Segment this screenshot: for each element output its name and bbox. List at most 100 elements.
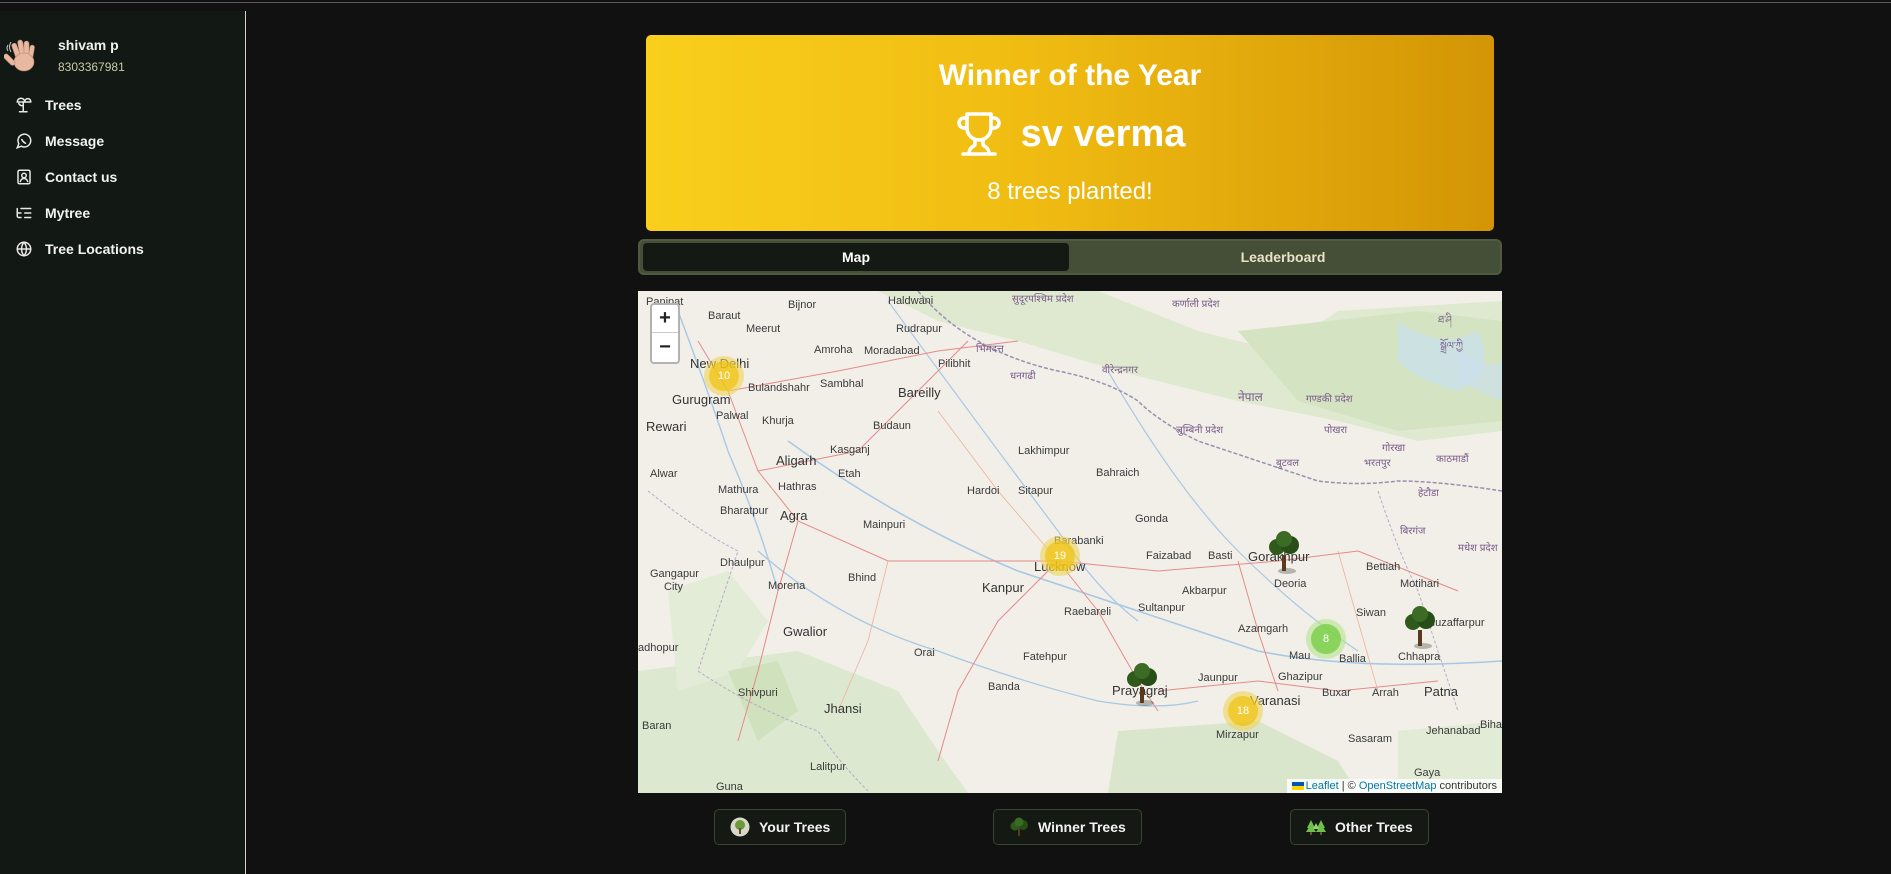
tree-marker[interactable] — [1123, 663, 1161, 707]
other-trees-button[interactable]: Other Trees — [1290, 809, 1429, 845]
leaflet-link[interactable]: Leaflet — [1306, 780, 1339, 792]
map-label: Bettiah — [1366, 561, 1401, 573]
attribution-suffix: contributors — [1436, 780, 1497, 792]
map-label: Lalitpur — [810, 761, 847, 773]
map-label: Baraut — [708, 310, 741, 322]
sidebar-item-message[interactable]: Message — [0, 125, 246, 157]
map-label: Deoria — [1274, 578, 1307, 590]
tree-marker[interactable] — [1265, 531, 1303, 575]
map-label: भरतपुर — [1364, 458, 1391, 469]
tab-leaderboard[interactable]: Leaderboard — [1070, 243, 1496, 271]
map-label: धनगढी — [1010, 371, 1036, 382]
sidebar-item-trees[interactable]: Trees — [0, 89, 246, 121]
map-label: Hathras — [778, 481, 817, 493]
map-label: Raebareli — [1064, 606, 1112, 618]
sidebar-item-label: Trees — [45, 97, 82, 113]
map-label: Jehanabad — [1426, 725, 1481, 737]
winner-tree-icon — [1010, 817, 1028, 836]
map-label: भिमदत्त — [976, 344, 1004, 355]
map-label: नेपाल — [1238, 390, 1263, 404]
zoom-in-button[interactable]: + — [652, 305, 678, 333]
sidebar-item-contact-us[interactable]: Contact us — [0, 161, 246, 193]
map-label: मधेश प्रदेश — [1458, 543, 1498, 554]
openstreetmap-link[interactable]: OpenStreetMap — [1359, 780, 1437, 792]
map-label: Sultanpur — [1138, 602, 1186, 614]
sidebar-item-mytree[interactable]: Mytree — [0, 197, 246, 229]
top-border — [0, 0, 1891, 3]
tree-marker[interactable] — [1401, 606, 1439, 650]
map-label: Kasganj — [830, 444, 870, 456]
map-label: Biha — [1480, 719, 1502, 731]
map-label: गण्डकी प्रदेश — [1306, 394, 1353, 405]
map-label: Morena — [768, 580, 806, 592]
contact-icon — [13, 166, 35, 188]
map-label: Patna — [1424, 684, 1458, 699]
map-label: Jaunpur — [1198, 672, 1238, 684]
map-label: Shivpuri — [738, 687, 778, 699]
map-label: Kanpur — [982, 580, 1024, 595]
map-label: Rudrapur — [896, 323, 942, 335]
map-label: Sitapur — [1018, 485, 1053, 497]
map-label: Khurja — [762, 415, 794, 427]
map-label: Chhapra — [1398, 651, 1441, 663]
map-label: Ghazipur — [1278, 671, 1323, 683]
attribution-separator: | © — [1338, 780, 1359, 792]
cluster-count: 19 — [1045, 541, 1075, 571]
marker-cluster[interactable]: 8 — [1306, 619, 1346, 659]
map-label: adhopur — [638, 642, 679, 654]
palm-tree-icon — [13, 94, 35, 116]
map-label: लुम्बिनी प्रदेश — [1176, 425, 1224, 436]
chat-icon — [13, 130, 35, 152]
map-label: Rewari — [646, 419, 687, 434]
legend-label: Your Trees — [759, 819, 831, 835]
map-label: Fatehpur — [1023, 651, 1068, 663]
map-label: Gaya — [1414, 767, 1441, 779]
tree-map[interactable]: Panipat Baraut Bijnor Haldwani Rudrapur … — [638, 291, 1502, 793]
globe-icon — [13, 238, 35, 260]
map-label: Buxar — [1322, 687, 1351, 699]
map-label: Akbarpur — [1182, 585, 1227, 597]
waving-hand-icon — [4, 39, 35, 72]
view-tabs: Map Leaderboard — [638, 239, 1502, 275]
map-attribution: Leaflet | © OpenStreetMap contributors — [1286, 779, 1502, 793]
user-name: shivam p — [58, 37, 119, 53]
map-label: वीरेन्द्रनगर — [1102, 365, 1138, 376]
map-label: Baran — [642, 720, 672, 732]
map-label: Siwan — [1356, 607, 1386, 619]
other-trees-icon — [1306, 820, 1326, 835]
map-label: Bareilly — [898, 385, 941, 400]
user-profile[interactable]: shivam p 8303367981 — [0, 35, 246, 85]
marker-cluster[interactable]: 18 — [1223, 691, 1263, 731]
sidebar-item-label: Message — [45, 133, 105, 149]
map-label: पोखरा — [1324, 425, 1348, 436]
cluster-count: 8 — [1311, 624, 1341, 654]
winner-name: sv verma — [1020, 112, 1186, 155]
map-label: Gangapur — [650, 568, 699, 580]
map-label: Basti — [1208, 550, 1233, 562]
map-label: काठमाडौं — [1436, 454, 1469, 465]
map-label: Mathura — [718, 484, 759, 496]
map-label: Lakhimpur — [1018, 445, 1070, 457]
map-label: སྒྲོལ་ཀྱི — [1440, 341, 1463, 352]
legend-label: Winner Trees — [1038, 819, 1126, 835]
list-tree-icon — [13, 202, 35, 224]
marker-cluster[interactable]: 19 — [1040, 536, 1080, 576]
map-label: बुटवल — [1276, 458, 1300, 469]
trophy-icon — [956, 112, 1001, 156]
map-label: Haldwani — [888, 295, 934, 307]
map-label: Mirzapur — [1216, 729, 1259, 741]
marker-cluster[interactable]: 10 — [704, 356, 744, 396]
sidebar-item-tree-locations[interactable]: Tree Locations — [0, 233, 246, 265]
legend-label: Other Trees — [1335, 819, 1413, 835]
map-label: Sasaram — [1348, 733, 1393, 745]
zoom-out-button[interactable]: − — [652, 333, 678, 361]
map-label: Sambhal — [820, 378, 864, 390]
winner-trees-button[interactable]: Winner Trees — [993, 809, 1142, 845]
map-label: Orai — [914, 647, 935, 659]
map-label: Dhaulpur — [720, 557, 765, 569]
tab-map[interactable]: Map — [643, 243, 1069, 271]
map-label: Bulandshahr — [748, 382, 810, 394]
your-trees-button[interactable]: Your Trees — [714, 809, 847, 845]
map-label: City — [664, 581, 683, 593]
map-label: Bahraich — [1096, 467, 1140, 479]
